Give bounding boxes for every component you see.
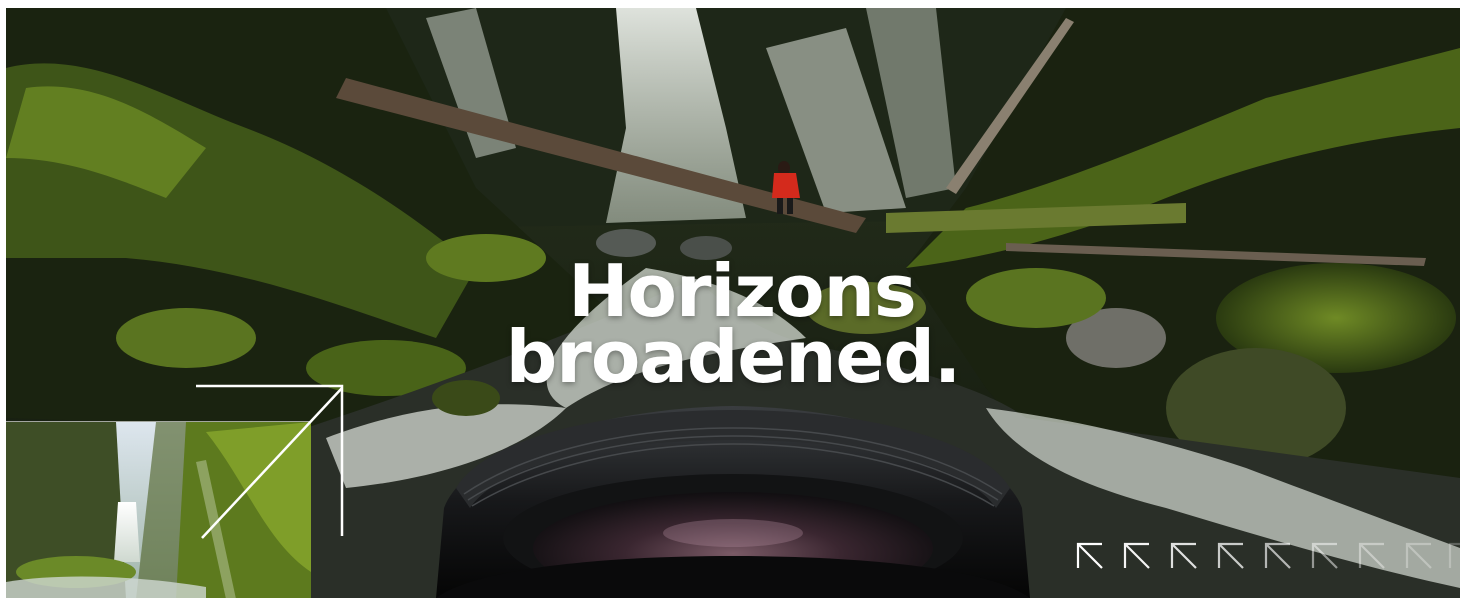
headline: Horizons broadened. (6, 255, 1460, 399)
hero-banner: Horizons broadened. (6, 8, 1460, 598)
chevron-arrows-decoration (1076, 542, 1460, 569)
headline-line-2: broadened. (505, 315, 961, 399)
inset-waterfall-photo (6, 421, 311, 598)
